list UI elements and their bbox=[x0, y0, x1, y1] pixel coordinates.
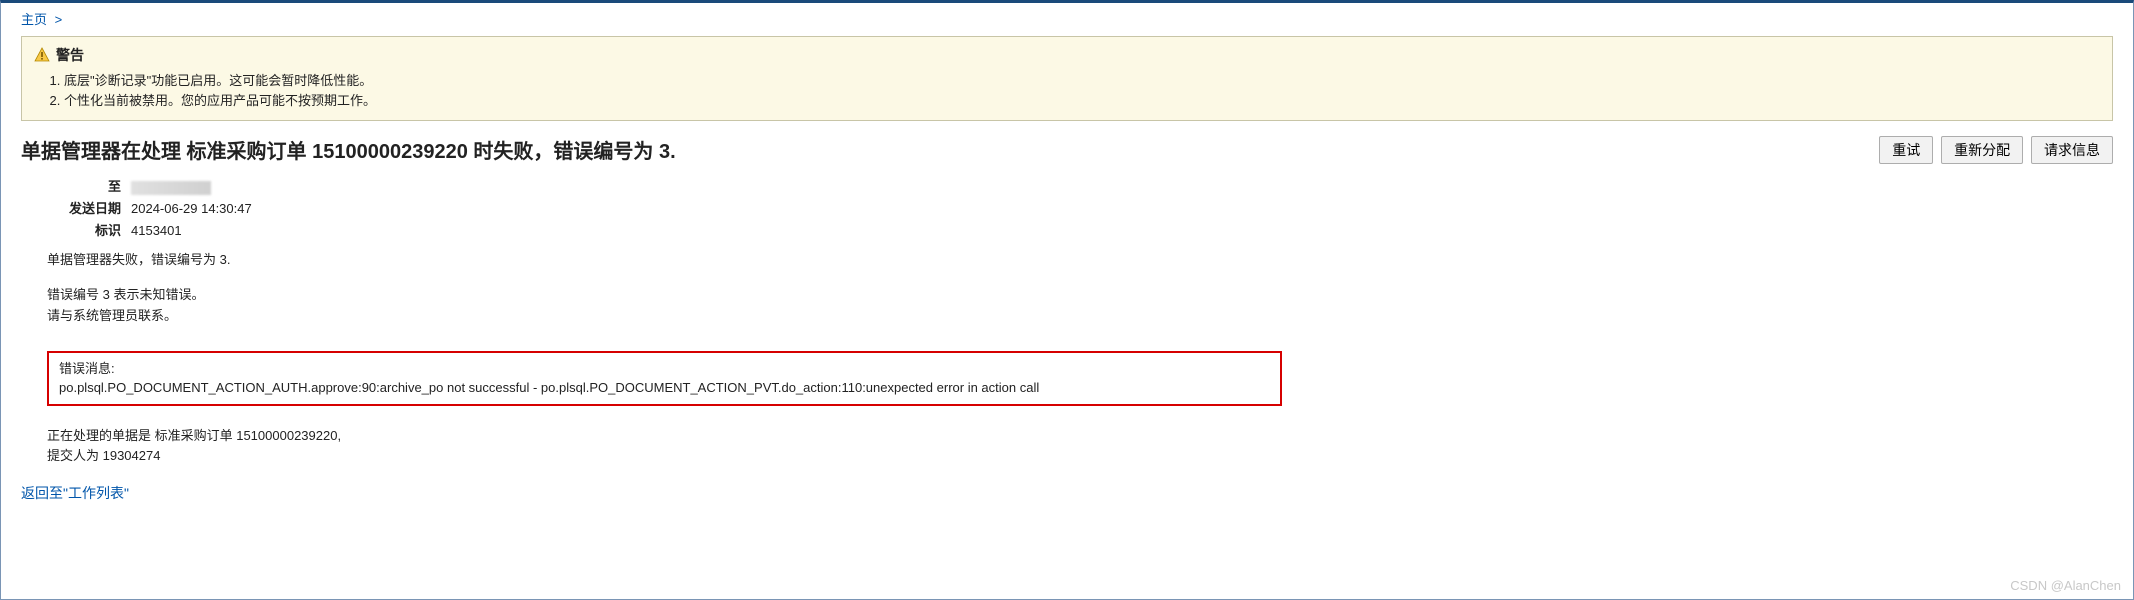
meta-id-value: 4153401 bbox=[131, 220, 182, 242]
breadcrumb: 主页 > bbox=[1, 3, 2133, 32]
warning-item: 个性化当前被禁用。您的应用产品可能不按预期工作。 bbox=[64, 91, 2100, 111]
processing-doc-text: 正在处理的单据是 标准采购订单 15100000239220, bbox=[47, 426, 2087, 447]
submitter-text: 提交人为 19304274 bbox=[47, 446, 2087, 467]
request-info-button[interactable]: 请求信息 bbox=[2031, 136, 2113, 164]
body-text: 单据管理器失败，错误编号为 3. 错误编号 3 表示未知错误。 请与系统管理员联… bbox=[1, 244, 2133, 346]
warning-icon bbox=[34, 47, 50, 63]
meta-to-label: 至 bbox=[21, 176, 131, 198]
mgr-fail-text: 单据管理器失败，错误编号为 3. bbox=[47, 250, 2087, 271]
warning-title-text: 警告 bbox=[56, 45, 84, 65]
error-message-box: 错误消息: po.plsql.PO_DOCUMENT_ACTION_AUTH.a… bbox=[47, 351, 1282, 406]
error-message-text: po.plsql.PO_DOCUMENT_ACTION_AUTH.approve… bbox=[59, 378, 1270, 398]
action-buttons: 重试 重新分配 请求信息 bbox=[1875, 136, 2113, 164]
page-title: 单据管理器在处理 标准采购订单 15100000239220 时失败，错误编号为… bbox=[21, 135, 676, 164]
meta-id-row: 标识 4153401 bbox=[21, 220, 2113, 242]
contact-admin-text: 请与系统管理员联系。 bbox=[47, 306, 2087, 327]
reassign-button[interactable]: 重新分配 bbox=[1941, 136, 2023, 164]
meta-senddate-row: 发送日期 2024-06-29 14:30:47 bbox=[21, 198, 2113, 220]
redacted-value bbox=[131, 181, 211, 195]
breadcrumb-home-link[interactable]: 主页 bbox=[21, 12, 47, 27]
breadcrumb-separator: > bbox=[55, 12, 63, 27]
meta-senddate-value: 2024-06-29 14:30:47 bbox=[131, 198, 252, 220]
processing-text: 正在处理的单据是 标准采购订单 15100000239220, 提交人为 193… bbox=[1, 420, 2133, 474]
meta-block: 至 发送日期 2024-06-29 14:30:47 标识 4153401 bbox=[1, 170, 2133, 244]
meta-id-label: 标识 bbox=[21, 220, 131, 242]
watermark: CSDN @AlanChen bbox=[2010, 578, 2121, 593]
warning-title: 警告 bbox=[34, 45, 2100, 65]
unknown-error-text: 错误编号 3 表示未知错误。 bbox=[47, 285, 2087, 306]
header-row: 单据管理器在处理 标准采购订单 15100000239220 时失败，错误编号为… bbox=[1, 131, 2133, 170]
warning-list: 底层"诊断记录"功能已启用。这可能会暂时降低性能。 个性化当前被禁用。您的应用产… bbox=[64, 71, 2100, 110]
warning-panel: 警告 底层"诊断记录"功能已启用。这可能会暂时降低性能。 个性化当前被禁用。您的… bbox=[21, 36, 2113, 121]
back-link-row: 返回至"工作列表" bbox=[1, 473, 2133, 513]
retry-button[interactable]: 重试 bbox=[1879, 136, 1933, 164]
meta-senddate-label: 发送日期 bbox=[21, 198, 131, 220]
error-message-label: 错误消息: bbox=[59, 359, 1270, 379]
warning-item: 底层"诊断记录"功能已启用。这可能会暂时降低性能。 bbox=[64, 71, 2100, 91]
meta-to-row: 至 bbox=[21, 176, 2113, 198]
back-to-worklist-link[interactable]: 返回至"工作列表" bbox=[21, 485, 129, 501]
meta-to-value bbox=[131, 176, 211, 198]
